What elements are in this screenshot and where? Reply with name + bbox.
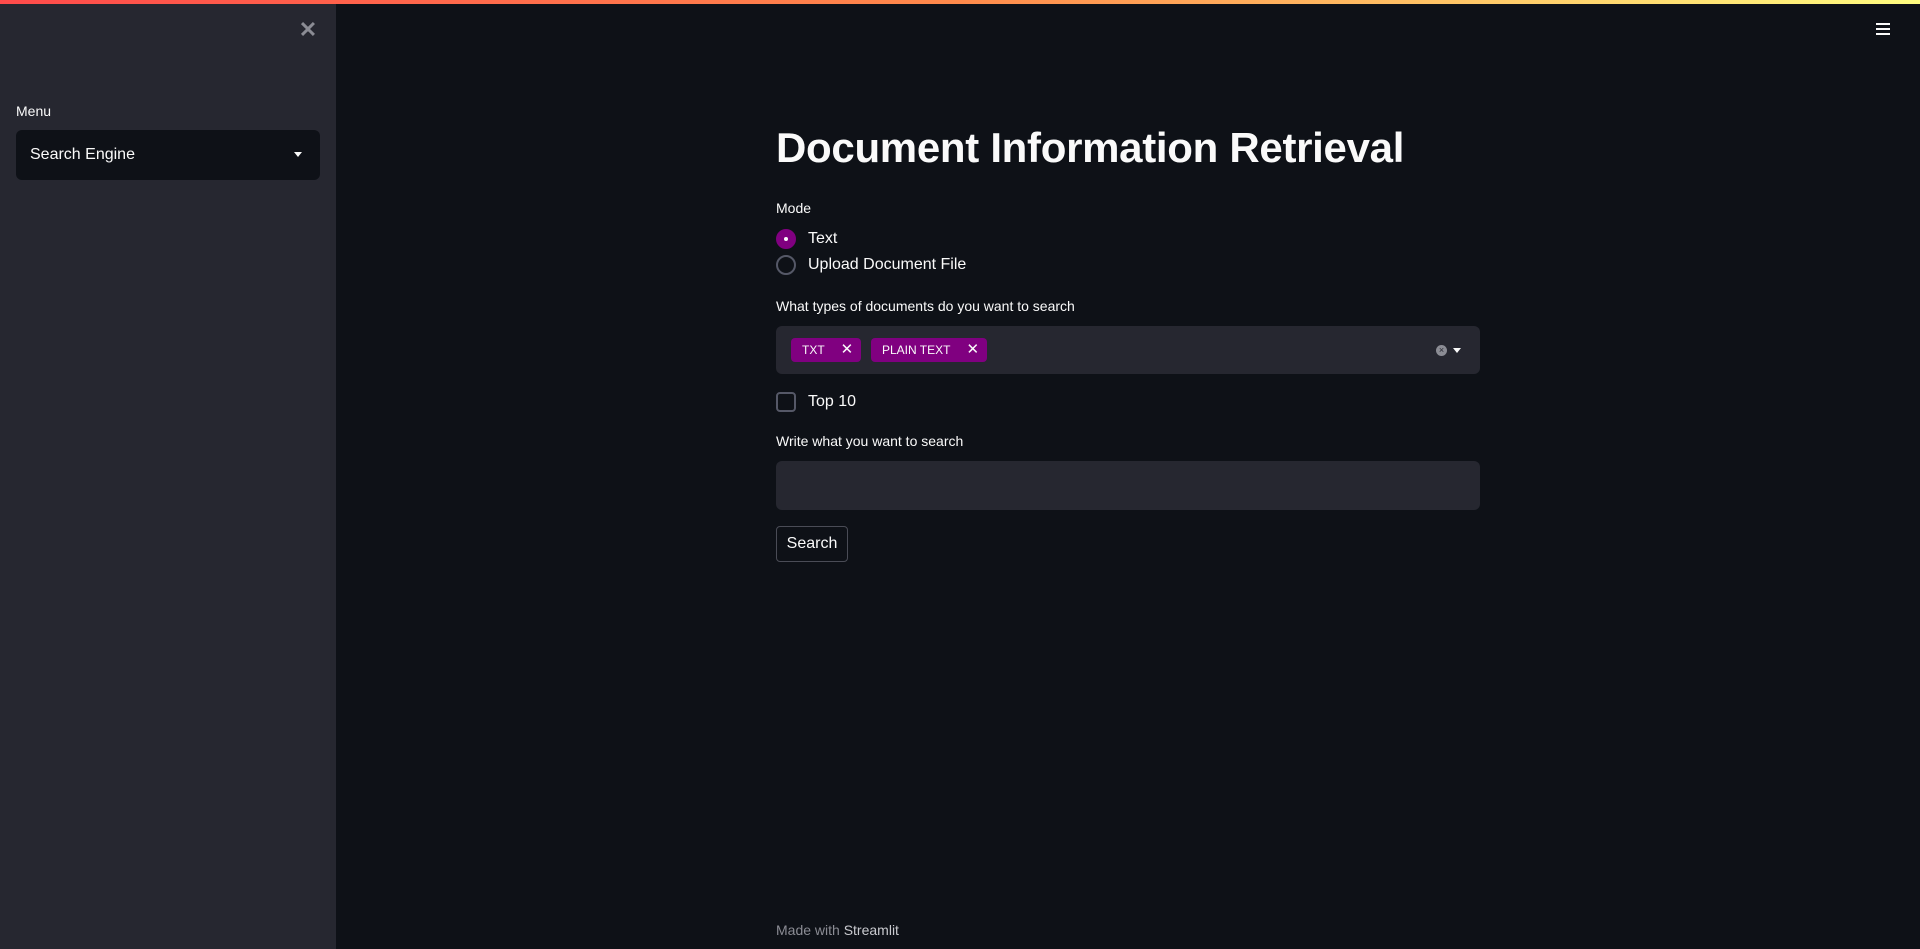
radio-text[interactable]: Text (776, 229, 837, 249)
footer: Made with Streamlit (776, 922, 899, 938)
top-decoration-bar (0, 0, 1920, 4)
tag-plain-text: PLAIN TEXT ✕ (871, 338, 987, 362)
tag-txt: TXT ✕ (791, 338, 861, 362)
radio-unchecked-icon (776, 255, 796, 275)
checkbox-unchecked-icon (776, 392, 796, 412)
radio-upload-label: Upload Document File (808, 256, 967, 273)
hamburger-icon[interactable] (1876, 23, 1890, 37)
remove-tag-plain-text-icon[interactable]: ✕ (966, 342, 979, 357)
menu-select-value: Search Engine (30, 146, 135, 163)
search-button[interactable]: Search (776, 526, 848, 562)
chevron-down-icon[interactable] (1453, 348, 1461, 353)
clear-all-icon[interactable]: × (1436, 345, 1447, 356)
radio-checked-icon (776, 229, 796, 249)
close-sidebar-icon[interactable]: ✕ (298, 19, 318, 41)
tag-txt-label: TXT (802, 343, 825, 357)
doc-types-label: What types of documents do you want to s… (776, 298, 1075, 314)
menu-select[interactable]: Search Engine (16, 130, 320, 180)
chevron-down-icon (294, 152, 302, 157)
search-input[interactable] (776, 461, 1480, 510)
menu-label: Menu (16, 103, 52, 119)
radio-text-label: Text (808, 230, 838, 247)
streamlit-link[interactable]: Streamlit (844, 922, 899, 938)
radio-upload-document-file[interactable]: Upload Document File (776, 255, 966, 275)
page-title: Document Information Retrieval (776, 124, 1405, 171)
doc-types-multiselect[interactable]: TXT ✕ PLAIN TEXT ✕ × (776, 326, 1480, 374)
remove-tag-txt-icon[interactable]: ✕ (841, 342, 854, 357)
query-label: Write what you want to search (776, 433, 964, 449)
footer-prefix: Made with (776, 922, 840, 938)
tag-plain-text-label: PLAIN TEXT (882, 343, 951, 357)
sidebar: ✕ Menu Search Engine (0, 0, 336, 949)
mode-label: Mode (776, 200, 812, 216)
top10-checkbox[interactable]: Top 10 (776, 392, 856, 412)
top10-label: Top 10 (808, 393, 857, 410)
